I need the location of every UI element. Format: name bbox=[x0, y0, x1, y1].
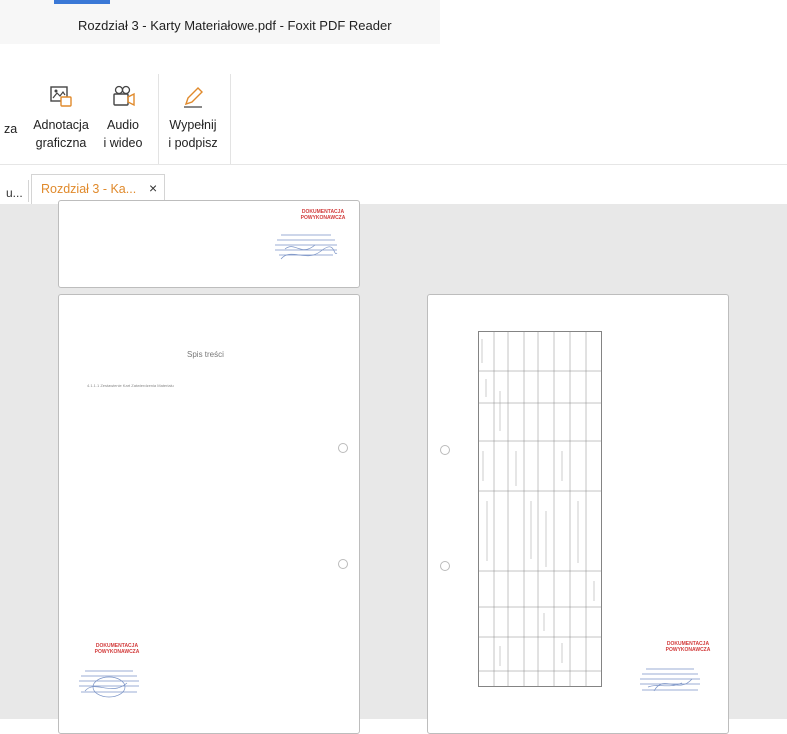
image-annotation-label-2: graficzna bbox=[35, 136, 87, 150]
tab-divider bbox=[28, 180, 29, 202]
punch-hole bbox=[440, 445, 450, 455]
close-icon[interactable]: × bbox=[149, 180, 157, 196]
video-camera-icon bbox=[113, 85, 135, 107]
fill-sign-label-1: Wypełnij bbox=[169, 118, 217, 132]
stamp-signature-icon bbox=[275, 234, 338, 260]
ribbon-partial-label: za bbox=[4, 122, 18, 136]
toc-entry: 4.1.1.1 Zestawienie Kart Zatwierdzenia M… bbox=[87, 383, 174, 388]
stamp-signature-icon bbox=[79, 670, 139, 698]
ribbon-toolbar: za Adnotacja graficzna Audio i wideo Wyp… bbox=[0, 44, 787, 164]
pdf-page-thumbnail: DOKUMENTACJA POWYKONAWCZA bbox=[58, 200, 360, 288]
tab-active-label: Rozdział 3 - Ka... bbox=[41, 182, 137, 196]
audio-video-label-2: i wideo bbox=[103, 136, 143, 150]
pen-sign-icon bbox=[184, 87, 203, 108]
stamp-label: DOKUMENTACJA POWYKONAWCZA bbox=[300, 209, 346, 221]
punch-hole bbox=[338, 559, 348, 569]
fill-and-sign-button[interactable]: Wypełnij i podpisz bbox=[162, 84, 224, 152]
ribbon-separator bbox=[230, 74, 231, 164]
image-annotation-icon bbox=[50, 86, 72, 107]
title-accent bbox=[54, 0, 110, 4]
window-title: Rozdział 3 - Karty Materiałowe.pdf - Fox… bbox=[78, 18, 392, 33]
toc-title: Spis treści bbox=[187, 350, 224, 359]
pdf-page: DOKUMENTACJA POWYKONAWCZA bbox=[427, 294, 729, 734]
stamp-signature-icon bbox=[640, 668, 700, 692]
image-annotation-label-1: Adnotacja bbox=[33, 118, 89, 132]
audio-video-button[interactable]: Audio i wideo bbox=[98, 84, 148, 152]
stamp-label: DOKUMENTACJA POWYKONAWCZA bbox=[665, 641, 711, 653]
punch-hole bbox=[338, 443, 348, 453]
audio-video-label-1: Audio bbox=[107, 118, 139, 132]
punch-hole bbox=[440, 561, 450, 571]
stamp-label: DOKUMENTACJA POWYKONAWCZA bbox=[94, 643, 140, 655]
tab-previous[interactable]: u... bbox=[6, 186, 23, 200]
ribbon-separator bbox=[158, 74, 159, 164]
image-annotation-button[interactable]: Adnotacja graficzna bbox=[26, 84, 96, 152]
fill-sign-label-2: i podpisz bbox=[168, 136, 218, 150]
document-viewer[interactable]: DOKUMENTACJA POWYKONAWCZA Spis treści 4.… bbox=[0, 200, 787, 734]
title-bar: Rozdział 3 - Karty Materiałowe.pdf - Fox… bbox=[0, 0, 440, 44]
rotated-materials-table bbox=[478, 331, 602, 687]
pdf-page: Spis treści 4.1.1.1 Zestawienie Kart Zat… bbox=[58, 294, 360, 734]
